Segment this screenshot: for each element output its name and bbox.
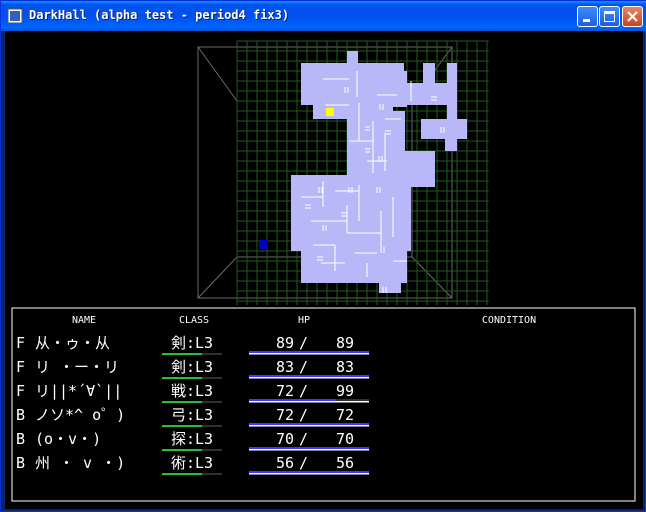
class-bar	[162, 449, 202, 451]
member-class: 剣:L3	[171, 334, 213, 352]
class-bar	[162, 473, 202, 475]
member-row-position: B	[16, 406, 25, 424]
stairs-marker	[259, 240, 268, 249]
hp-bar-underline	[249, 425, 369, 427]
player-position-marker	[326, 108, 334, 116]
hp-separator: /	[299, 430, 308, 448]
hp-separator: /	[299, 358, 308, 376]
member-name: 州 ・ v ・)	[35, 454, 125, 472]
member-hp: 56	[276, 454, 294, 472]
member-hp: 89	[276, 334, 294, 352]
member-max-hp: 99	[336, 382, 354, 400]
member-name: リ||*´∀`||	[35, 382, 122, 400]
member-max-hp: 56	[336, 454, 354, 472]
member-hp: 70	[276, 430, 294, 448]
hp-bar-underline	[249, 401, 369, 403]
hp-bar-underline	[249, 449, 369, 451]
member-class: 探:L3	[171, 430, 213, 448]
member-row-position: F	[16, 382, 25, 400]
header-class: CLASS	[179, 315, 209, 326]
title-bar[interactable]: DarkHall (alpha test - period4 fix3)	[1, 1, 646, 31]
header-condition: CONDITION	[482, 315, 536, 326]
hp-separator: /	[299, 454, 308, 472]
member-class: 術:L3	[171, 454, 213, 472]
member-name: リ ・ー・リ	[35, 358, 119, 376]
class-bar	[162, 377, 202, 379]
close-icon	[627, 11, 638, 22]
game-viewport[interactable]: NAME CLASS HP CONDITION F 从・ゥ・从 剣:L3 89/89 F…	[5, 31, 643, 509]
minimize-icon	[583, 19, 590, 22]
member-row-position: B	[16, 454, 25, 472]
hp-bar-underline	[249, 353, 369, 355]
hp-separator: /	[299, 334, 308, 352]
hp-bar-underline	[249, 473, 369, 475]
game-window: DarkHall (alpha test - period4 fix3) NAM…	[0, 0, 646, 512]
class-bar	[162, 353, 202, 355]
member-class: 弓:L3	[171, 406, 213, 424]
party-member-row[interactable]: F 从・ゥ・从 剣:L3 89 / 89	[16, 334, 369, 355]
party-member-row[interactable]: B ノソ*^ o゜) 弓:L3 72 / 72	[16, 406, 369, 427]
app-icon	[7, 8, 23, 24]
member-max-hp: 72	[336, 406, 354, 424]
member-class: 戦:L3	[171, 382, 213, 400]
hp-separator: /	[299, 382, 308, 400]
header-name: NAME	[72, 315, 96, 326]
window-title: DarkHall (alpha test - period4 fix3)	[29, 8, 290, 22]
member-name: 从・ゥ・从	[35, 334, 110, 352]
member-max-hp: 89	[336, 334, 354, 352]
party-list: F 从・ゥ・从 剣:L3 89/89F リ ・ー・リ 剣:L3 83/83F リ||*´∀`|…	[16, 334, 369, 475]
class-bar	[162, 425, 202, 427]
class-bar	[162, 401, 202, 403]
member-row-position: F	[16, 334, 25, 352]
close-button[interactable]	[622, 6, 643, 27]
minimize-button[interactable]	[577, 6, 598, 27]
header-hp: HP	[298, 315, 310, 326]
dungeon-map	[197, 40, 489, 305]
member-name: (o・v・)	[35, 430, 101, 448]
member-hp: 72	[276, 382, 294, 400]
party-headers: NAME CLASS HP CONDITION	[72, 315, 536, 326]
member-max-hp: 70	[336, 430, 354, 448]
hp-bar-underline	[249, 377, 369, 379]
party-member-row[interactable]: B (o・v・) 探:L3 70 / 70	[16, 430, 369, 451]
party-member-row[interactable]: B 州 ・ v ・) 術:L3 56 / 56	[16, 454, 369, 475]
maximize-icon	[604, 11, 615, 22]
member-hp: 72	[276, 406, 294, 424]
member-hp: 83	[276, 358, 294, 376]
maximize-button[interactable]	[599, 6, 620, 27]
member-row-position: F	[16, 358, 25, 376]
member-row-position: B	[16, 430, 25, 448]
party-member-row[interactable]: F リ ・ー・リ 剣:L3 83 / 83	[16, 358, 369, 379]
hp-separator: /	[299, 406, 308, 424]
member-class: 剣:L3	[171, 358, 213, 376]
member-max-hp: 83	[336, 358, 354, 376]
party-member-row[interactable]: F リ||*´∀`|| 戦:L3 72 / 99	[16, 382, 369, 403]
member-name: ノソ*^ o゜)	[35, 406, 125, 424]
